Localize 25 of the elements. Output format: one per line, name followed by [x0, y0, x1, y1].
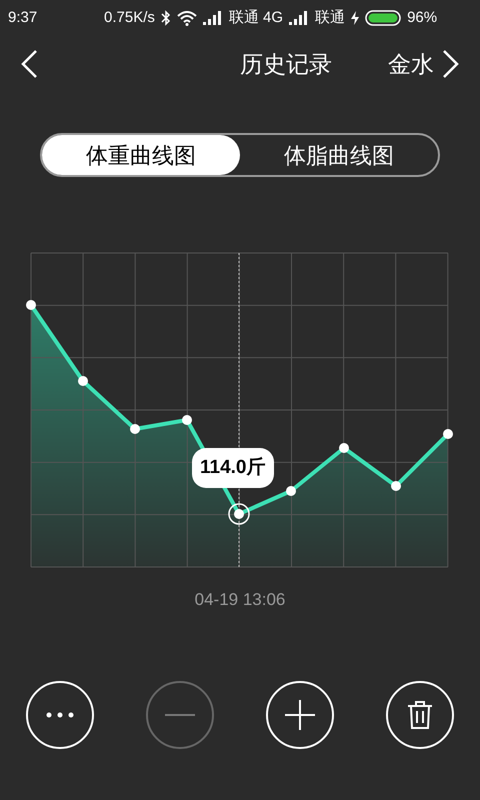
bluetooth-icon	[160, 10, 171, 26]
record-date: 04-19 13:06	[194, 589, 286, 611]
network-speed: 0.75K/s	[104, 8, 155, 28]
minus-icon	[165, 712, 195, 716]
signal-icon	[289, 11, 310, 25]
value-tooltip: 114.0斤	[192, 448, 274, 488]
wifi-icon	[176, 10, 197, 26]
chart-tab[interactable]: 体脂曲线图	[240, 135, 438, 175]
delete-button[interactable]	[386, 680, 454, 748]
back-icon	[20, 49, 38, 79]
plus-button[interactable]	[266, 680, 334, 748]
carrier-name: 联通	[315, 8, 346, 28]
forward-icon	[442, 49, 460, 79]
user-switch-button[interactable]: 金水	[388, 46, 460, 82]
carrier-name: 联通 4G	[228, 8, 284, 28]
battery-icon	[365, 10, 402, 26]
status-time: 9:37	[8, 8, 38, 28]
signal-icon	[202, 11, 223, 25]
page-title: 历史记录	[240, 50, 332, 79]
plus-icon	[285, 700, 315, 730]
chart-tab[interactable]: 体重曲线图	[42, 135, 240, 175]
battery-percent: 96%	[407, 8, 438, 28]
more-button[interactable]	[26, 680, 94, 748]
trash-icon	[407, 700, 433, 730]
more-icon	[46, 712, 74, 718]
